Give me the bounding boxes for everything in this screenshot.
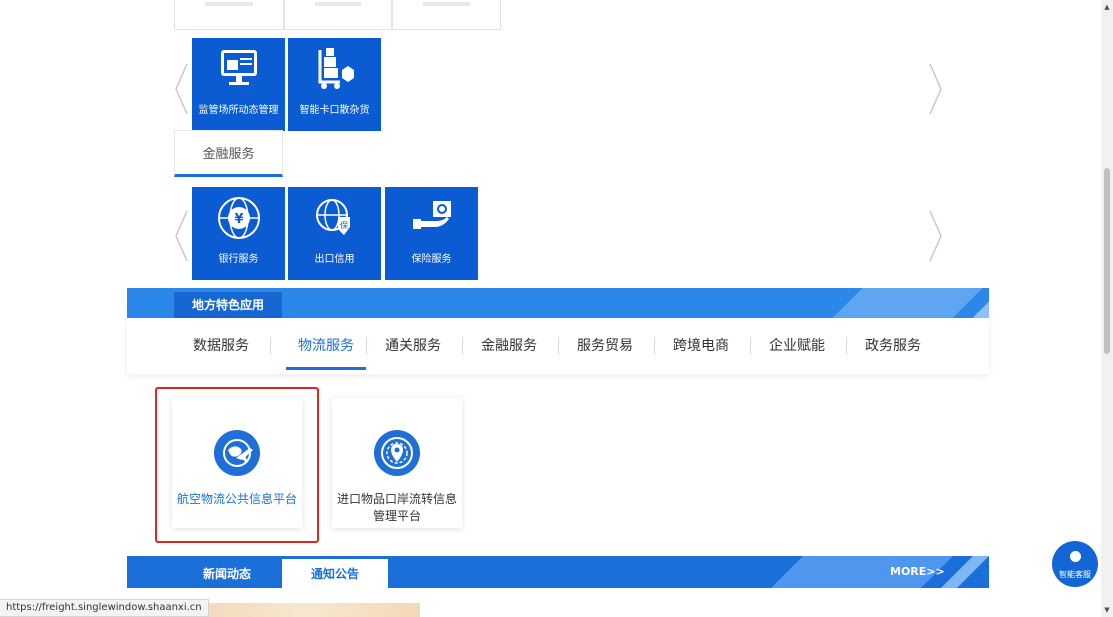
tab-finance-services[interactable]: 金融服务 xyxy=(174,130,283,177)
smart-customer-service-button[interactable]: 智能客服 xyxy=(1052,541,1098,587)
tile-label: 监管场所动态管理 xyxy=(198,105,279,116)
tile-label: 智能卡口散杂货 xyxy=(299,105,370,116)
news-image-thumbnail[interactable] xyxy=(188,603,420,617)
divider xyxy=(750,337,751,355)
tile-insurance-services[interactable]: 保险服务 xyxy=(385,187,478,280)
tab-news[interactable]: 新闻动态 xyxy=(174,556,280,588)
safe-hand-icon xyxy=(385,195,478,241)
scroll-up-arrow[interactable]: ▲ xyxy=(1101,0,1113,14)
category-customs-services[interactable]: 通关服务 xyxy=(383,318,443,374)
svg-text:保: 保 xyxy=(340,220,348,230)
top-tab-2[interactable] xyxy=(284,0,392,30)
category-cross-border-ecommerce[interactable]: 跨境电商 xyxy=(671,318,731,374)
category-service-trade[interactable]: 服务贸易 xyxy=(575,318,635,374)
category-data-services[interactable]: 数据服务 xyxy=(191,318,251,374)
tile-label: 保险服务 xyxy=(411,254,452,265)
tile-label: 出口信用 xyxy=(314,254,355,265)
page: 监管场所动态管理 智能卡口散杂货 金融服务 ¥ 银行服务 保 出口信用 保险服务… xyxy=(0,0,1113,617)
category-finance-services[interactable]: 金融服务 xyxy=(479,318,539,374)
tile-label: 银行服务 xyxy=(218,254,259,265)
top-tab-3[interactable] xyxy=(392,0,501,30)
section-title: 地方特色应用 xyxy=(174,292,282,319)
port-monitor-icon xyxy=(192,46,285,92)
app-card-import-goods[interactable]: 进口物品口岸流转信息管理平台 xyxy=(332,398,462,528)
chat-bubble-icon xyxy=(1070,551,1081,562)
app-card-label: 进口物品口岸流转信息管理平台 xyxy=(336,492,457,523)
tile-port-monitor[interactable]: 监管场所动态管理 xyxy=(192,38,285,131)
tile-cargo-trolley[interactable]: 智能卡口散杂货 xyxy=(288,38,381,131)
carousel-next-arrow[interactable] xyxy=(925,209,945,263)
news-bar: 新闻动态 通知公告 xyxy=(127,556,989,588)
location-globe-icon xyxy=(374,430,420,476)
scroll-down-arrow[interactable]: ▼ xyxy=(1101,603,1113,617)
status-url: https://freight.singlewindow.shaanxi.cn xyxy=(0,599,209,617)
tile-export-credit[interactable]: 保 出口信用 xyxy=(288,187,381,280)
banner-decor xyxy=(831,288,983,319)
divider xyxy=(462,337,463,355)
carousel-prev-arrow[interactable] xyxy=(172,62,192,116)
tile-bank-services[interactable]: ¥ 银行服务 xyxy=(192,187,285,280)
divider xyxy=(846,337,847,355)
yuan-globe-icon: ¥ xyxy=(192,195,285,241)
divider xyxy=(270,337,271,355)
category-nav: 数据服务 物流服务 通关服务 金融服务 服务贸易 跨境电商 企业赋能 政务服务 xyxy=(127,318,989,374)
more-link[interactable]: MORE>> xyxy=(890,556,945,588)
tab-notices[interactable]: 通知公告 xyxy=(282,559,388,588)
category-government-services[interactable]: 政务服务 xyxy=(863,318,923,374)
carousel-next-arrow[interactable] xyxy=(925,62,945,116)
divider xyxy=(558,337,559,355)
carousel-prev-arrow[interactable] xyxy=(172,209,192,263)
chat-label: 智能客服 xyxy=(1059,570,1091,579)
top-tab-1[interactable] xyxy=(174,0,284,30)
cargo-trolley-icon xyxy=(288,46,381,92)
globe-shield-icon: 保 xyxy=(288,195,381,241)
category-enterprise-empowerment[interactable]: 企业赋能 xyxy=(767,318,827,374)
scrollbar-thumb[interactable] xyxy=(1104,168,1110,354)
divider xyxy=(366,337,367,355)
divider xyxy=(654,337,655,355)
category-logistics-services[interactable]: 物流服务 xyxy=(286,318,366,374)
highlight-box xyxy=(155,387,319,543)
svg-text:¥: ¥ xyxy=(234,212,243,227)
